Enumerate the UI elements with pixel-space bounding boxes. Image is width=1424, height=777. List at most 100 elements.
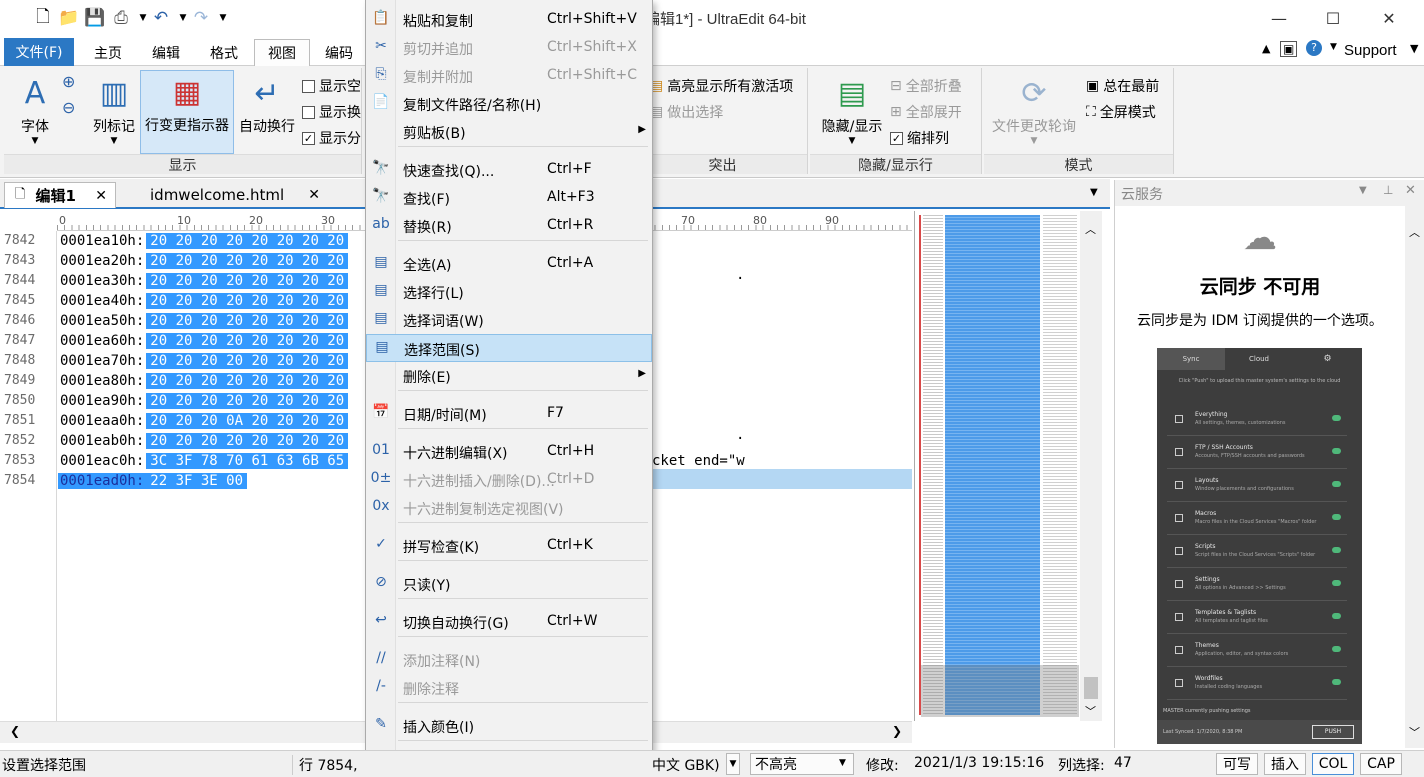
menu-item-quickfind[interactable]: 🔭 快速查找(Q)... Ctrl+F: [366, 156, 652, 184]
zoom-in-icon[interactable]: ⊕: [62, 72, 75, 91]
tab-view[interactable]: 视图: [254, 39, 310, 66]
hex-row[interactable]: 0001ea70h: 20 20 20 20 20 20 20 20: [58, 351, 349, 371]
customize-toolbar-icon[interactable]: ▼: [212, 7, 234, 29]
make-selection-button[interactable]: ▤ 做出选择: [650, 102, 723, 122]
tab-home[interactable]: 主页: [80, 39, 136, 66]
file-change-poll-button[interactable]: ⟳ 文件更改轮询 ▼: [986, 72, 1082, 154]
menu-item-add-comment[interactable]: //添加注释(N): [366, 646, 652, 674]
scroll-up-icon[interactable]: ︿: [1085, 221, 1096, 237]
hex-row[interactable]: 0001eac0h: 3C 3F 78 70 61 63 6B 65: [58, 451, 349, 471]
tab-edit[interactable]: 编辑: [138, 39, 194, 66]
menu-item-remove-comment[interactable]: /- 删除注释: [366, 674, 652, 702]
close-button[interactable]: ✕: [1366, 0, 1412, 36]
hex-row[interactable]: 0001ea60h: 20 20 20 20 20 20 20 20: [58, 331, 349, 351]
menu-item-copy-path[interactable]: 📄 复制文件路径/名称(H): [366, 90, 652, 118]
scroll-down-icon[interactable]: ﹀: [1409, 724, 1420, 740]
column-marker-button[interactable]: ▥ 列标记 ▼: [86, 72, 142, 154]
insert-toggle[interactable]: 插入: [1264, 753, 1306, 775]
highlight-select[interactable]: 不高亮 ▼: [750, 753, 854, 775]
hex-row[interactable]: 0001ea90h: 20 20 20 20 20 20 20 20: [58, 391, 349, 411]
menu-item-cut-append[interactable]: ✂ 剪切并追加 Ctrl+Shift+X: [366, 34, 652, 62]
minimap-viewport[interactable]: [921, 665, 1079, 717]
menu-item-find[interactable]: 🔭 查找(F) Alt+F3: [366, 184, 652, 212]
undo-icon[interactable]: ↶: [150, 7, 172, 29]
hex-row[interactable]: 0001eab0h: 20 20 20 20 20 20 20 20: [58, 431, 349, 451]
menu-item-copy-append[interactable]: ⎘ 复制并附加 Ctrl+Shift+C: [366, 62, 652, 90]
print-icon[interactable]: ⎙: [110, 7, 132, 29]
font-button[interactable]: A 字体 ▼: [10, 72, 60, 154]
support-dropdown-icon[interactable]: ▼: [1410, 42, 1418, 55]
menu-item-select-all[interactable]: ▤ 全选(A) Ctrl+A: [366, 250, 652, 278]
tab-format[interactable]: 格式: [196, 39, 252, 66]
pin-icon[interactable]: ⊥: [1383, 183, 1393, 197]
menu-item-submenu-12[interactable]: 删除(E) ▶: [366, 362, 652, 390]
menu-item-hex-edit[interactable]: 01 十六进制编辑(X) Ctrl+H: [366, 438, 652, 466]
menu-item-select-word[interactable]: ▤ 选择词语(W): [366, 306, 652, 334]
show-linebreaks-checkbox[interactable]: 显示换: [302, 102, 361, 122]
always-on-top-button[interactable]: ▣ 总在最前: [1086, 76, 1159, 96]
tab-file[interactable]: 文件(F): [4, 38, 74, 66]
scroll-right-icon[interactable]: ❯: [892, 724, 902, 738]
hex-row[interactable]: 0001ea10h: 20 20 20 20 20 20 20 20: [58, 231, 349, 251]
menu-item-toggle-wrap[interactable]: ↩ 切换自动换行(G) Ctrl+W: [366, 608, 652, 636]
scroll-left-icon[interactable]: ❮: [10, 724, 20, 738]
hex-row[interactable]: 0001ea40h: 20 20 20 20 20 20 20 20: [58, 291, 349, 311]
show-dividers-checkbox[interactable]: ✓ 显示分: [302, 128, 361, 148]
cap-toggle[interactable]: CAP: [1360, 753, 1402, 775]
minimize-button[interactable]: —: [1256, 0, 1302, 36]
support-menu[interactable]: Support: [1344, 42, 1397, 59]
menu-item-hex-insert[interactable]: 0± 十六进制插入/删除(D)... Ctrl+D: [366, 466, 652, 494]
scroll-up-icon[interactable]: ︿: [1409, 224, 1420, 240]
close-tab-icon[interactable]: ✕: [308, 187, 320, 203]
help-icon[interactable]: ?: [1306, 40, 1322, 56]
hex-row[interactable]: 0001ea20h: 20 20 20 20 20 20 20 20: [58, 251, 349, 271]
menu-item-submenu-4[interactable]: 剪贴板(B) ▶: [366, 118, 652, 146]
change-indicator-button[interactable]: ▦ 行变更指示器: [140, 70, 234, 154]
zoom-out-icon[interactable]: ⊖: [62, 98, 75, 117]
close-pane-icon[interactable]: ✕: [1405, 183, 1416, 198]
hide-show-button[interactable]: ▤ 隐藏/显示 ▼: [814, 72, 890, 154]
menu-item-readonly[interactable]: ⊘ 只读(Y): [366, 570, 652, 598]
hex-row[interactable]: 0001ead0h: 22 3F 3E 00: [58, 471, 248, 491]
save-icon[interactable]: 💾: [84, 7, 106, 29]
encoding-select[interactable]: 中文 GBK): [652, 755, 720, 775]
menu-item-replace[interactable]: ab 替换(R) Ctrl+R: [366, 212, 652, 240]
tab-encoding[interactable]: 编码: [312, 39, 366, 66]
indent-column-checkbox[interactable]: ✓ 缩排列: [890, 128, 949, 148]
encoding-dropdown-icon[interactable]: ▼: [726, 753, 740, 775]
new-file-icon[interactable]: 🗋: [32, 7, 54, 29]
vertical-scrollbar[interactable]: ︿ ﹀: [1080, 211, 1102, 721]
menu-item-select-line[interactable]: ▤ 选择行(L): [366, 278, 652, 306]
redo-icon[interactable]: ↷: [190, 7, 212, 29]
expand-all-button[interactable]: ⊞ 全部展开: [890, 102, 962, 122]
word-wrap-button[interactable]: ↵ 自动换行: [234, 72, 300, 154]
hex-row[interactable]: 0001eaa0h: 20 20 20 0A 20 20 20 20: [58, 411, 349, 431]
menu-item-hex-copy[interactable]: 0x 十六进制复制选定视图(V): [366, 494, 652, 522]
layout-icon[interactable]: ▣: [1280, 41, 1298, 57]
pane-menu-icon[interactable]: ▼: [1359, 185, 1367, 196]
scroll-down-icon[interactable]: ﹀: [1085, 703, 1096, 719]
minimap[interactable]: [914, 211, 1080, 721]
menu-item-paste-copy[interactable]: 📋 粘贴和复制 Ctrl+Shift+V: [366, 6, 652, 34]
tab-list-dropdown-icon[interactable]: ▼: [1090, 187, 1098, 198]
menu-item-spellcheck[interactable]: ✓ 拼写检查(K) Ctrl+K: [366, 532, 652, 560]
col-toggle[interactable]: COL: [1312, 753, 1354, 775]
hex-row[interactable]: 0001ea50h: 20 20 20 20 20 20 20 20: [58, 311, 349, 331]
close-tab-icon[interactable]: ✕: [95, 188, 107, 204]
collapse-ribbon-icon[interactable]: ▲: [1262, 42, 1270, 55]
scroll-thumb[interactable]: [1084, 677, 1098, 699]
fullscreen-button[interactable]: ⛶ 全屏模式: [1086, 102, 1156, 122]
doc-tab-edit1[interactable]: 🗋 编辑1 ✕: [4, 182, 116, 208]
maximize-button[interactable]: ☐: [1310, 0, 1356, 36]
writable-toggle[interactable]: 可写: [1216, 753, 1258, 775]
hex-row[interactable]: 0001ea30h: 20 20 20 20 20 20 20 20: [58, 271, 349, 291]
highlight-all-button[interactable]: ▤ 高亮显示所有激活项: [650, 76, 793, 96]
open-folder-icon[interactable]: 📁: [58, 7, 80, 29]
collapse-all-button[interactable]: ⊟ 全部折叠: [890, 76, 962, 96]
menu-item-datetime[interactable]: 📅 日期/时间(M) F7: [366, 400, 652, 428]
hex-row[interactable]: 0001ea80h: 20 20 20 20 20 20 20 20: [58, 371, 349, 391]
cloud-scrollbar[interactable]: ︿ ﹀: [1405, 206, 1424, 748]
show-spaces-checkbox[interactable]: 显示空: [302, 76, 361, 96]
menu-item-insert-color[interactable]: ✎ 插入颜色(I): [366, 712, 652, 740]
menu-item-select-range[interactable]: ▤ 选择范围(S): [366, 334, 652, 362]
